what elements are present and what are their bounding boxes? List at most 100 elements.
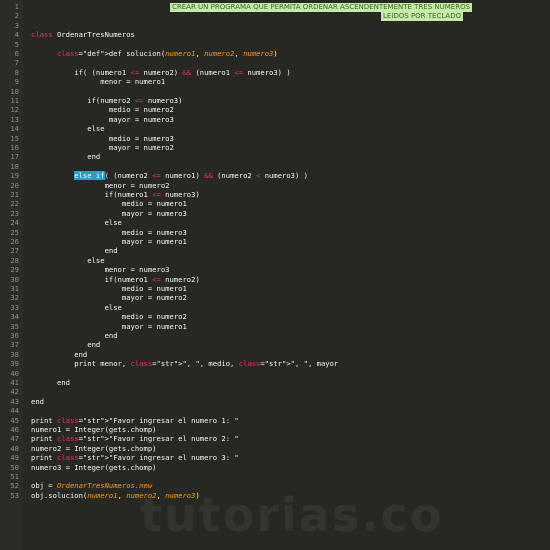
line-number: 8 — [14, 67, 19, 77]
line-code: print class="str">"Favor ingresar el num… — [31, 453, 239, 463]
code-line[interactable]: 21 if(numero1 <= numero3) — [0, 190, 550, 199]
code-line[interactable]: 36 end — [0, 331, 550, 340]
code-line[interactable]: 17 end — [0, 152, 550, 161]
line-number: 11 — [10, 96, 19, 105]
code-line[interactable]: 7 — [0, 58, 550, 67]
code-line[interactable]: 47 print class="str">"Favor ingresar el n… — [0, 434, 550, 443]
code-line[interactable]: 9 menor = numero1 — [0, 77, 550, 86]
line-code: end — [31, 246, 118, 256]
line-code: end — [31, 396, 44, 406]
code-line[interactable]: 18 — [0, 162, 550, 171]
code-line[interactable]: 30 if(numero1 <= numero2) — [0, 275, 550, 284]
line-code: numero2 = Integer(gets.chomp) — [31, 443, 157, 453]
line-code: else — [31, 255, 105, 265]
line-number: 1 — [14, 2, 19, 11]
code-line[interactable]: 14 else — [0, 124, 550, 133]
line-number: 17 — [10, 152, 19, 162]
code-line[interactable]: 12 medio = numero2 — [0, 105, 550, 114]
line-code: mayor = numero1 — [31, 321, 187, 331]
code-line[interactable]: 49 print class="str">"Favor ingresar el n… — [0, 453, 550, 462]
code-line[interactable]: 5 — [0, 40, 550, 49]
code-line[interactable]: 31 medio = numero1 — [0, 284, 550, 293]
line-number: 7 — [14, 58, 19, 68]
line-number: 40 — [10, 368, 19, 378]
line-code: mayor = numero1 — [31, 237, 187, 246]
line-number: 35 — [10, 321, 19, 331]
line-code: menor = numero2 — [31, 180, 170, 190]
code-line[interactable]: 34 medio = numero2 — [0, 312, 550, 321]
code-line[interactable]: 13 mayor = numero3 — [0, 115, 550, 124]
line-number: 33 — [10, 302, 19, 312]
code-line[interactable]: 16 mayor = numero2 — [0, 143, 550, 152]
line-number: 30 — [10, 274, 19, 284]
code-line[interactable]: 41 end — [0, 378, 550, 387]
line-code: else — [31, 302, 122, 312]
line-number: 41 — [10, 378, 19, 387]
line-number: 49 — [10, 453, 19, 463]
code-line[interactable]: 39 print menor, class="str">", ", medio,… — [0, 359, 550, 368]
code-line[interactable]: 29 menor = numero3 — [0, 265, 550, 274]
code-line[interactable]: 46 numero1 = Integer(gets.chomp) — [0, 425, 550, 434]
code-line[interactable]: 2 — [0, 11, 550, 20]
line-number: 2 — [14, 11, 19, 21]
line-code: print menor, class="str">", ", medio, cl… — [31, 359, 339, 369]
line-code: medio = numero3 — [31, 133, 174, 143]
line-number: 22 — [10, 199, 19, 209]
code-line[interactable]: 8 if( (numero1 <= numero2) && (numero1 <… — [0, 68, 550, 77]
line-number: 46 — [10, 425, 19, 434]
code-line[interactable]: 23 mayor = numero3 — [0, 209, 550, 218]
code-editor[interactable]: 1 2 3 4 class OrdenarTresNumeros 5 6 class="de… — [0, 0, 550, 550]
line-number: 5 — [14, 39, 19, 49]
code-line[interactable]: 45 print class="str">"Favor ingresar el n… — [0, 416, 550, 425]
line-number: 19 — [10, 171, 19, 181]
code-line[interactable]: 24 else — [0, 218, 550, 227]
line-number: 39 — [10, 359, 19, 369]
line-code: numero1 = Integer(gets.chomp) — [31, 425, 157, 434]
code-line[interactable]: 20 menor = numero2 — [0, 181, 550, 190]
line-number: 20 — [10, 180, 19, 190]
line-code: mayor = numero2 — [31, 143, 174, 152]
line-code: if( (numero1 <= numero2) && (numero1 <= … — [31, 67, 291, 77]
code-line[interactable]: 51 — [0, 472, 550, 481]
code-line[interactable]: 15 medio = numero3 — [0, 134, 550, 143]
line-code: menor = numero1 — [31, 77, 166, 87]
line-number: 26 — [10, 237, 19, 246]
code-line[interactable]: 42 — [0, 387, 550, 396]
code-line[interactable]: 50 numero3 = Integer(gets.chomp) — [0, 463, 550, 472]
line-code: mayor = numero2 — [31, 293, 187, 303]
line-code: medio = numero2 — [31, 105, 174, 115]
line-code: print class="str">"Favor ingresar el num… — [31, 415, 239, 425]
line-code: class="def">def solucion(numero1, numero… — [56, 49, 278, 58]
code-line[interactable]: 25 medio = numero3 — [0, 228, 550, 237]
line-code: end — [31, 331, 118, 340]
code-line[interactable]: 26 mayor = numero1 — [0, 237, 550, 246]
line-code: else — [31, 218, 122, 228]
code-line[interactable]: 11 if(numero2 <= numero3) — [0, 96, 550, 105]
code-line[interactable]: 6 class="def">def solucion(numero1, nume… — [0, 49, 550, 58]
code-line[interactable]: 4 class OrdenarTresNumeros — [0, 30, 550, 39]
code-line[interactable]: 3 — [0, 21, 550, 30]
code-line[interactable]: 32 mayor = numero2 — [0, 293, 550, 302]
line-number: 47 — [10, 434, 19, 444]
code-line[interactable]: 40 — [0, 369, 550, 378]
code-line[interactable]: 22 medio = numero1 — [0, 199, 550, 208]
code-line[interactable]: 28 else — [0, 256, 550, 265]
code-line[interactable]: 19 else if( (numero2 <= numero1) && (num… — [0, 171, 550, 181]
code-line[interactable]: 48 numero2 = Integer(gets.chomp) — [0, 444, 550, 453]
code-line[interactable]: 44 — [0, 406, 550, 415]
line-code: else — [31, 124, 105, 134]
code-line[interactable]: 10 — [0, 87, 550, 96]
line-code: class OrdenarTresNumeros — [31, 30, 135, 40]
code-line[interactable]: 38 end — [0, 350, 550, 359]
line-number: 27 — [10, 246, 19, 256]
line-code: end — [31, 152, 101, 162]
line-number: 42 — [10, 387, 19, 397]
line-number: 45 — [10, 415, 19, 425]
code-line[interactable]: 43 end — [0, 397, 550, 406]
code-line[interactable]: 35 mayor = numero1 — [0, 322, 550, 331]
code-line[interactable]: 37 end — [0, 340, 550, 349]
code-line[interactable]: 33 else — [0, 303, 550, 312]
code-line[interactable]: 27 end — [0, 246, 550, 255]
line-code: medio = numero1 — [31, 199, 187, 209]
line-code: end — [31, 340, 101, 350]
